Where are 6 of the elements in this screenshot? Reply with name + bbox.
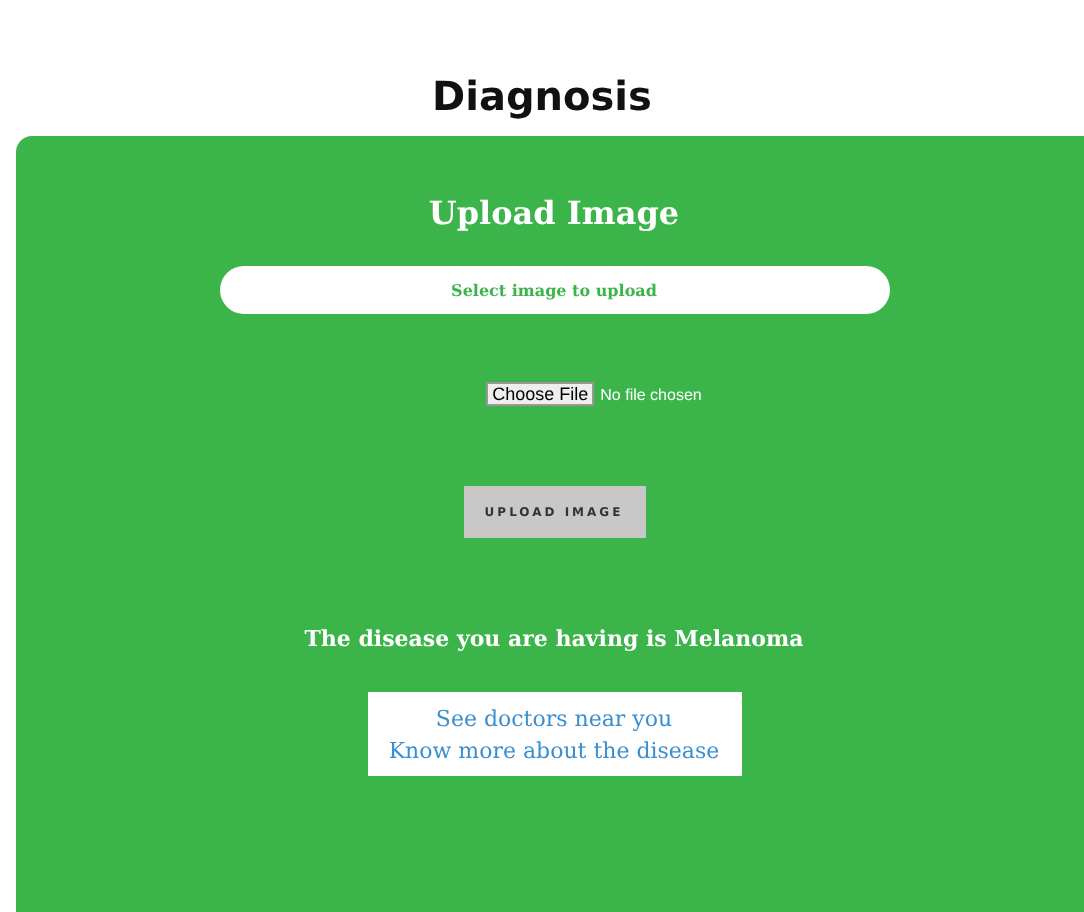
file-status: No file chosen (600, 385, 702, 403)
page-title: Diagnosis (430, 70, 654, 124)
panel-heading: Upload Image (428, 192, 680, 236)
result-text: The disease you are having is Melanoma (304, 626, 804, 652)
choose-file-button[interactable]: Choose File (486, 382, 595, 406)
input-field[interactable]: Select image to upload (219, 266, 889, 314)
